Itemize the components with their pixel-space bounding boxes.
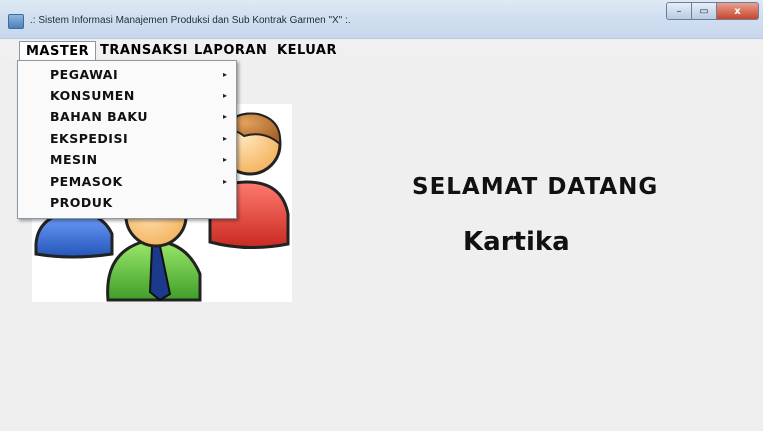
welcome-heading: SELAMAT DATANG (412, 174, 659, 200)
menu-item-label: MESIN (50, 152, 98, 167)
submenu-arrow-icon: ▸ (223, 177, 228, 186)
minimize-icon: – (676, 5, 682, 17)
app-window: .: Sistem Informasi Manajemen Produksi d… (0, 0, 763, 431)
menu-item-label: KONSUMEN (50, 88, 135, 103)
menu-item-produk[interactable]: PRODUK (18, 193, 236, 212)
menu-bar: MASTER TRANSAKSI LAPORAN KELUAR (0, 39, 763, 61)
title-bar[interactable]: .: Sistem Informasi Manajemen Produksi d… (0, 0, 763, 39)
menu-item-pegawai[interactable]: PEGAWAI ▸ (18, 65, 236, 84)
menu-item-bahan-baku[interactable]: BAHAN BAKU ▸ (18, 107, 236, 126)
app-icon[interactable] (8, 14, 24, 29)
menu-transaksi[interactable]: TRANSAKSI (94, 41, 194, 60)
window-controls: – ▭ x (666, 2, 759, 20)
window-title: .: Sistem Informasi Manajemen Produksi d… (30, 15, 351, 26)
menu-item-label: PEMASOK (50, 174, 123, 189)
submenu-arrow-icon: ▸ (223, 70, 228, 79)
submenu-arrow-icon: ▸ (223, 155, 228, 164)
submenu-arrow-icon: ▸ (223, 134, 228, 143)
maximize-button[interactable]: ▭ (692, 2, 717, 20)
submenu-arrow-icon: ▸ (223, 91, 228, 100)
menu-item-mesin[interactable]: MESIN ▸ (18, 150, 236, 169)
menu-item-pemasok[interactable]: PEMASOK ▸ (18, 172, 236, 191)
maximize-icon: ▭ (699, 5, 709, 17)
menu-laporan[interactable]: LAPORAN (188, 41, 273, 60)
close-icon: x (734, 5, 741, 17)
menu-item-ekspedisi[interactable]: EKSPEDISI ▸ (18, 129, 236, 148)
minimize-button[interactable]: – (666, 2, 692, 20)
menu-item-label: EKSPEDISI (50, 131, 129, 146)
submenu-arrow-icon: ▸ (223, 112, 228, 121)
menu-item-konsumen[interactable]: KONSUMEN ▸ (18, 86, 236, 105)
menu-item-label: BAHAN BAKU (50, 109, 148, 124)
menu-item-label: PRODUK (50, 195, 113, 210)
master-dropdown-menu: PEGAWAI ▸ KONSUMEN ▸ BAHAN BAKU ▸ EKSPED… (17, 60, 237, 219)
menu-keluar[interactable]: KELUAR (271, 41, 343, 60)
menu-master[interactable]: MASTER (19, 41, 97, 60)
menu-item-label: PEGAWAI (50, 67, 119, 82)
close-button[interactable]: x (717, 2, 759, 20)
username-label: Kartika (463, 227, 570, 257)
